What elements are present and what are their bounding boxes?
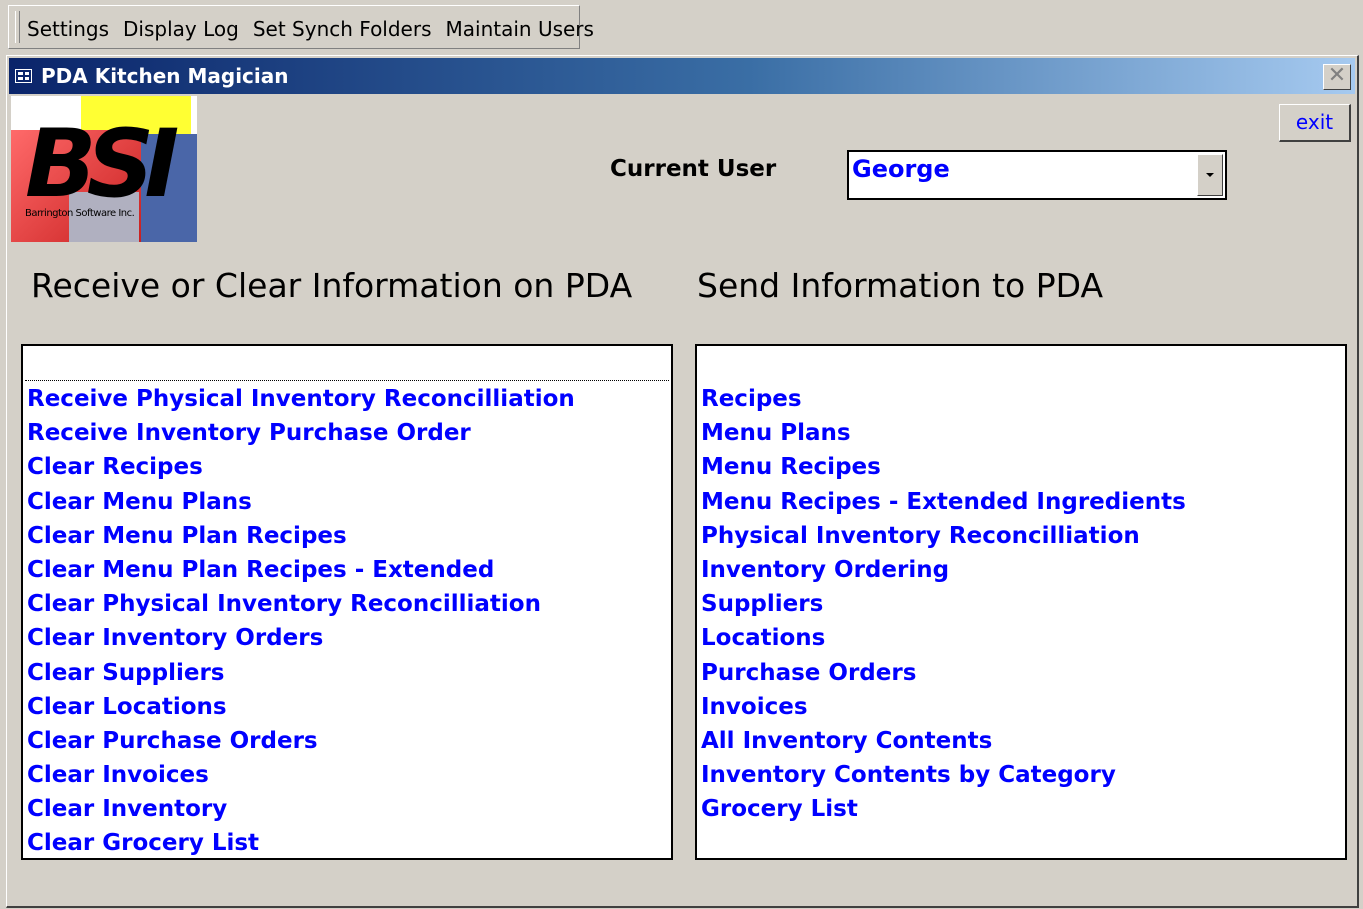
logo-company-name: Barrington Software Inc.: [25, 208, 135, 219]
menu-display-log[interactable]: Display Log: [123, 17, 239, 41]
list-item[interactable]: Menu Recipes - Extended Ingredients: [701, 485, 1186, 519]
list-item[interactable]: Clear Recipes: [27, 450, 575, 484]
list-item[interactable]: Clear Inventory: [27, 792, 575, 826]
receive-heading: Receive or Clear Information on PDA: [31, 266, 633, 305]
list-item[interactable]: Clear Menu Plan Recipes: [27, 519, 575, 553]
list-item[interactable]: Physical Inventory Reconcilliation: [701, 519, 1186, 553]
list-item[interactable]: Clear Physical Inventory Reconcilliation: [27, 587, 575, 621]
list-item[interactable]: Clear Menu Plan Recipes - Extended: [27, 553, 575, 587]
list-item[interactable]: Receive Inventory Purchase Order: [27, 416, 575, 450]
form-icon: [15, 69, 32, 83]
list-item[interactable]: Clear Suppliers: [27, 656, 575, 690]
list-item[interactable]: Inventory Contents by Category: [701, 758, 1186, 792]
list-item[interactable]: Clear Locations: [27, 690, 575, 724]
list-item[interactable]: Menu Recipes: [701, 450, 1186, 484]
send-heading: Send Information to PDA: [697, 266, 1104, 305]
list-item[interactable]: Inventory Ordering: [701, 553, 1186, 587]
current-user-dropdown[interactable]: George: [847, 150, 1227, 200]
list-item[interactable]: Invoices: [701, 690, 1186, 724]
list-item[interactable]: Receive Physical Inventory Reconcilliati…: [27, 382, 575, 416]
logo-letters: BSI: [25, 110, 179, 219]
window-title: PDA Kitchen Magician: [41, 64, 289, 88]
list-item[interactable]: Clear Grocery List: [27, 826, 575, 860]
list-item[interactable]: Menu Plans: [701, 416, 1186, 450]
dropdown-arrow-icon[interactable]: [1197, 154, 1223, 196]
title-bar[interactable]: PDA Kitchen Magician ✕: [9, 58, 1355, 94]
current-user-label: Current User: [610, 156, 777, 182]
toolbar-grip[interactable]: [15, 11, 20, 43]
menu-set-synch-folders[interactable]: Set Synch Folders: [253, 17, 432, 41]
list-item[interactable]: Clear Invoices: [27, 758, 575, 792]
main-window: PDA Kitchen Magician ✕ BSI Barrington So…: [6, 55, 1359, 908]
exit-button[interactable]: exit: [1279, 104, 1351, 142]
menu-maintain-users[interactable]: Maintain Users: [446, 17, 594, 41]
list-item[interactable]: Clear Purchase Orders: [27, 724, 575, 758]
close-button[interactable]: ✕: [1323, 64, 1351, 90]
list-item[interactable]: Clear Menu Plans: [27, 485, 575, 519]
list-item[interactable]: Locations: [701, 621, 1186, 655]
list-focus-row[interactable]: [25, 350, 669, 381]
list-item[interactable]: Suppliers: [701, 587, 1186, 621]
menu-settings[interactable]: Settings: [27, 17, 109, 41]
send-list[interactable]: Recipes Menu Plans Menu Recipes Menu Rec…: [695, 344, 1347, 860]
menu-bar: Settings Display Log Set Synch Folders M…: [8, 5, 594, 49]
list-item[interactable]: Recipes: [701, 382, 1186, 416]
list-item[interactable]: Clear Inventory Orders: [27, 621, 575, 655]
list-item[interactable]: All Inventory Contents: [701, 724, 1186, 758]
receive-clear-list[interactable]: Receive Physical Inventory Reconcilliati…: [21, 344, 673, 860]
bsi-logo: BSI Barrington Software Inc.: [11, 96, 197, 242]
current-user-value[interactable]: George: [852, 155, 950, 183]
list-item[interactable]: Purchase Orders: [701, 656, 1186, 690]
list-item[interactable]: Grocery List: [701, 792, 1186, 826]
